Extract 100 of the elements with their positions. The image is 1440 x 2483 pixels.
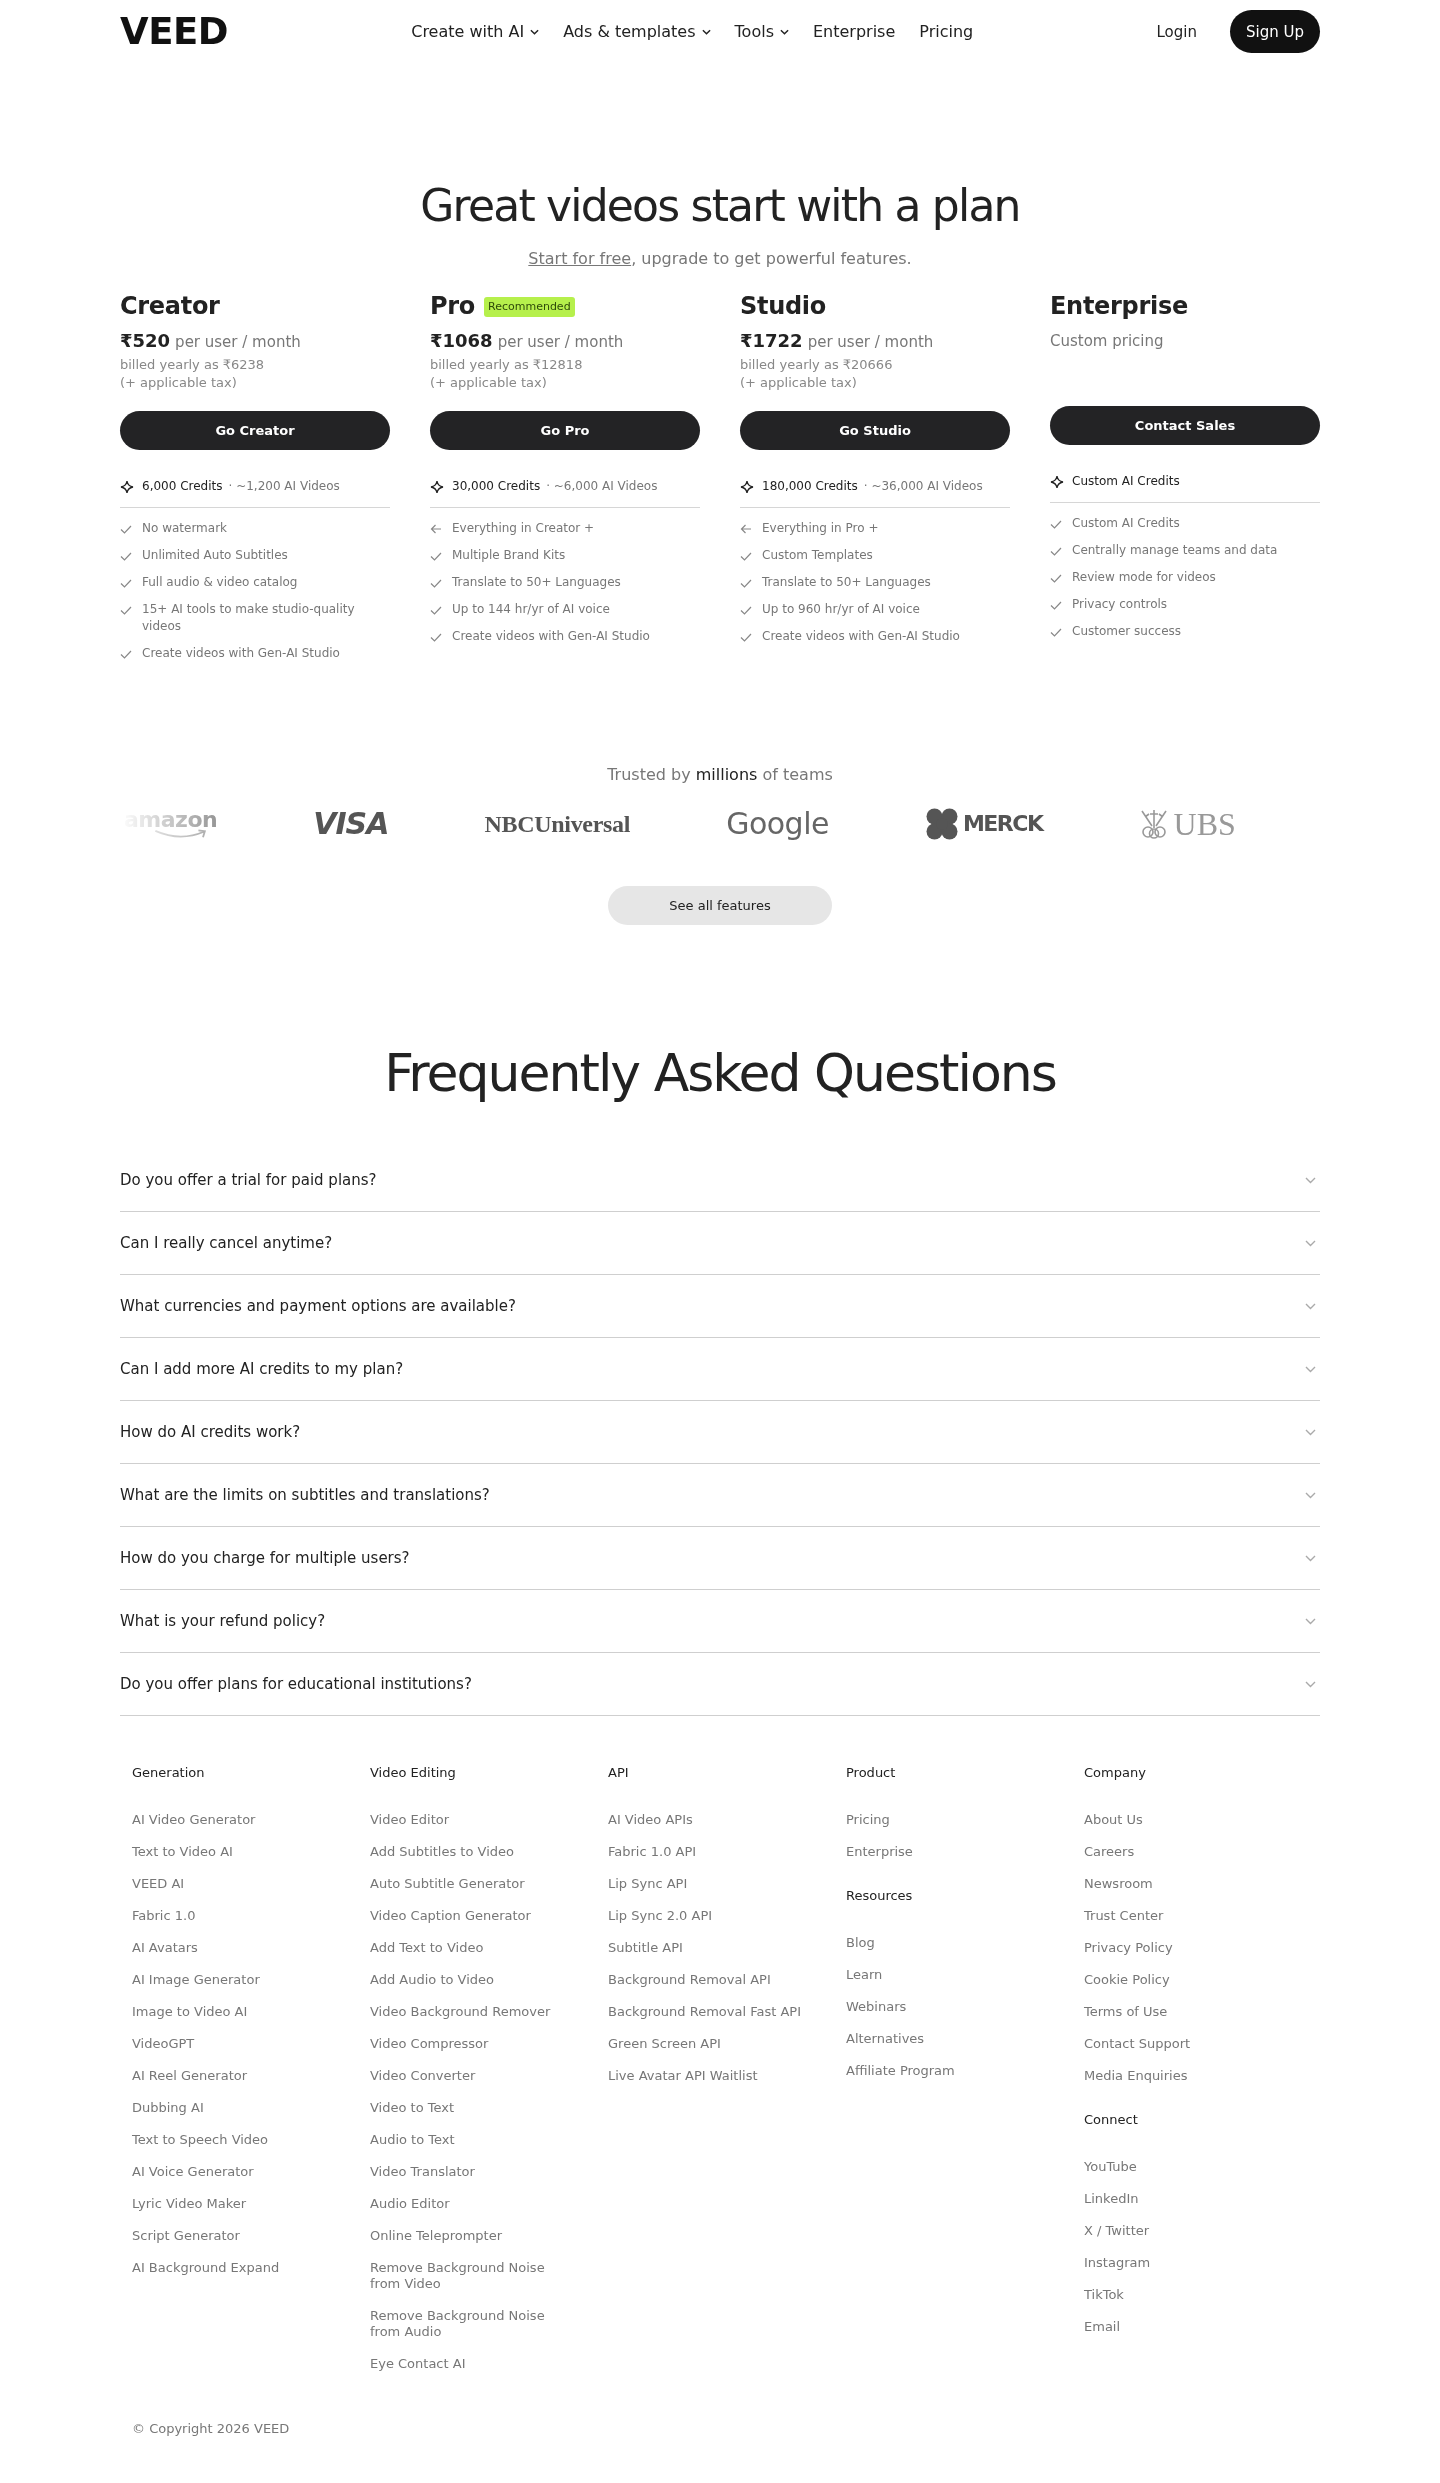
footer-link[interactable]: Dubbing AI <box>132 2100 204 2116</box>
footer-link[interactable]: AI Image Generator <box>132 1972 260 1988</box>
footer-link[interactable]: Learn <box>846 1967 883 1983</box>
footer-link[interactable]: Script Generator <box>132 2228 240 2244</box>
start-for-free-link[interactable]: Start for free <box>528 249 632 268</box>
footer-link[interactable]: VideoGPT <box>132 2036 195 2052</box>
faq-question[interactable]: Do you offer plans for educational institutions? <box>120 1653 1320 1716</box>
price-unit: per user / month <box>175 332 301 353</box>
nav-menu-item[interactable]: Ads & templates <box>563 20 711 43</box>
footer-link[interactable]: Email <box>1084 2319 1121 2335</box>
feature-text: Review mode for videos <box>1072 569 1216 586</box>
feature-text: 15+ AI tools to make studio-quality videos <box>142 601 356 635</box>
feature-text: Multiple Brand Kits <box>452 547 566 564</box>
keys-icon <box>1138 809 1169 839</box>
hero-subtitle: Start for free, upgrade to get powerful features. <box>527 248 913 270</box>
plan-button[interactable]: Go Pro <box>430 411 700 450</box>
footer-link[interactable]: Video Background Remover <box>370 2004 551 2020</box>
footer-link[interactable]: Text to Video AI <box>132 1844 233 1860</box>
footer-link[interactable]: Enterprise <box>846 1844 913 1860</box>
footer-link[interactable]: Affiliate Program <box>846 2063 955 2079</box>
footer-link[interactable]: Careers <box>1084 1844 1135 1860</box>
footer-link[interactable]: Video Caption Generator <box>370 1908 531 1924</box>
plan-price: ₹1068 <box>430 330 493 352</box>
plan-button[interactable]: Go Studio <box>740 411 1010 450</box>
footer-link[interactable]: Fabric 1.0 <box>132 1908 196 1924</box>
footer-link[interactable]: Video to Text <box>370 2100 455 2116</box>
footer-link[interactable]: AI Background Expand <box>132 2260 280 2276</box>
footer-link[interactable]: Live Avatar API Waitlist <box>608 2068 758 2084</box>
footer-link[interactable]: Audio Editor <box>370 2196 450 2212</box>
footer-heading: Resources <box>846 1888 914 1904</box>
footer-link[interactable]: Lip Sync 2.0 API <box>608 1908 713 1924</box>
footer-link[interactable]: AI Reel Generator <box>132 2068 248 2084</box>
footer-link[interactable]: Newsroom <box>1084 1876 1153 1892</box>
nav-link[interactable]: Enterprise <box>812 20 896 43</box>
footer-link[interactable]: Image to Video AI <box>132 2004 248 2020</box>
footer-link[interactable]: Alternatives <box>846 2031 925 2047</box>
footer-link[interactable]: Media Enquiries <box>1084 2068 1188 2084</box>
login-link[interactable]: Login <box>1156 20 1197 43</box>
footer-link[interactable]: Green Screen API <box>608 2036 721 2052</box>
footer-link[interactable]: Contact Support <box>1084 2036 1191 2052</box>
footer-link[interactable]: Subtitle API <box>608 1940 683 1956</box>
footer-link[interactable]: VEED AI <box>132 1876 185 1892</box>
plan-name: Creator <box>120 292 220 321</box>
footer-link[interactable]: Online Teleprompter <box>370 2228 503 2244</box>
chevron-down-icon <box>1305 1617 1316 1625</box>
footer-link[interactable]: AI Avatars <box>132 1940 198 1956</box>
footer-link[interactable]: Remove Background Noise from Audio <box>370 2308 570 2340</box>
faq-question[interactable]: What is your refund policy? <box>120 1590 1320 1653</box>
billing-note: billed yearly as ₹6238 <box>120 356 266 374</box>
faq-question[interactable]: What currencies and payment options are available? <box>120 1275 1320 1338</box>
footer-link[interactable]: TikTok <box>1084 2287 1124 2303</box>
footer-link[interactable]: Trust Center <box>1084 1908 1164 1924</box>
footer-link[interactable]: About Us <box>1084 1812 1143 1828</box>
footer-link[interactable]: Background Removal Fast API <box>608 2004 801 2020</box>
footer-link[interactable]: Terms of Use <box>1084 2004 1168 2020</box>
plan-button[interactable]: Go Creator <box>120 411 390 450</box>
footer-link[interactable]: Eye Contact AI <box>370 2356 466 2372</box>
logo-wordmark[interactable]: VEED <box>120 17 228 46</box>
footer-link[interactable]: LinkedIn <box>1084 2191 1139 2207</box>
faq-question[interactable]: How do AI credits work? <box>120 1401 1320 1464</box>
footer-link[interactable]: Blog <box>846 1935 875 1951</box>
footer-link[interactable]: AI Video APIs <box>608 1812 693 1828</box>
nav-link[interactable]: Pricing <box>919 20 974 43</box>
feature-text: Translate to 50+ Languages <box>762 574 931 591</box>
sign-up-button[interactable]: Sign Up <box>1230 10 1320 53</box>
footer-link[interactable]: Add Subtitles to Video <box>370 1844 514 1860</box>
faq-question[interactable]: How do you charge for multiple users? <box>120 1527 1320 1590</box>
footer-link[interactable]: Video Translator <box>370 2164 475 2180</box>
faq-question[interactable]: Can I add more AI credits to my plan? <box>120 1338 1320 1401</box>
footer-link[interactable]: Add Audio to Video <box>370 1972 494 1988</box>
footer-link[interactable]: Video Compressor <box>370 2036 489 2052</box>
footer-link[interactable]: Background Removal API <box>608 1972 771 1988</box>
footer-link[interactable]: Lip Sync API <box>608 1876 688 1892</box>
footer-link[interactable]: Instagram <box>1084 2255 1151 2271</box>
footer-link[interactable]: Fabric 1.0 API <box>608 1844 697 1860</box>
footer-link[interactable]: YouTube <box>1084 2159 1137 2175</box>
faq-question[interactable]: What are the limits on subtitles and translations? <box>120 1464 1320 1527</box>
footer-link[interactable]: Text to Speech Video <box>132 2132 269 2148</box>
footer-link[interactable]: Lyric Video Maker <box>132 2196 247 2212</box>
faq-question[interactable]: Do you offer a trial for paid plans? <box>120 1149 1320 1212</box>
footer-link[interactable]: Remove Background Noise from Video <box>370 2260 570 2292</box>
footer-link[interactable]: Video Converter <box>370 2068 476 2084</box>
footer-link[interactable]: Add Text to Video <box>370 1940 484 1956</box>
footer-link[interactable]: X / Twitter <box>1084 2223 1150 2239</box>
footer-link[interactable]: AI Video Generator <box>132 1812 256 1828</box>
footer-link[interactable]: Video Editor <box>370 1812 450 1828</box>
plan-name: Pro <box>430 292 475 321</box>
plan-button[interactable]: Contact Sales <box>1050 406 1320 445</box>
faq-question[interactable]: Can I really cancel anytime? <box>120 1212 1320 1275</box>
footer-link[interactable]: Cookie Policy <box>1084 1972 1170 1988</box>
nav-menu-item[interactable]: Create with AI <box>411 20 540 43</box>
see-all-features-button[interactable]: See all features <box>608 886 832 925</box>
nav-menu-item[interactable]: Tools <box>734 20 789 43</box>
footer-link[interactable]: Privacy Policy <box>1084 1940 1173 1956</box>
footer-link[interactable]: Auto Subtitle Generator <box>370 1876 525 1892</box>
footer-link[interactable]: Audio to Text <box>370 2132 455 2148</box>
footer-link[interactable]: Webinars <box>846 1999 907 2015</box>
custom-pricing: Custom pricing <box>1050 331 1165 352</box>
footer-link[interactable]: AI Voice Generator <box>132 2164 254 2180</box>
footer-link[interactable]: Pricing <box>846 1812 890 1828</box>
